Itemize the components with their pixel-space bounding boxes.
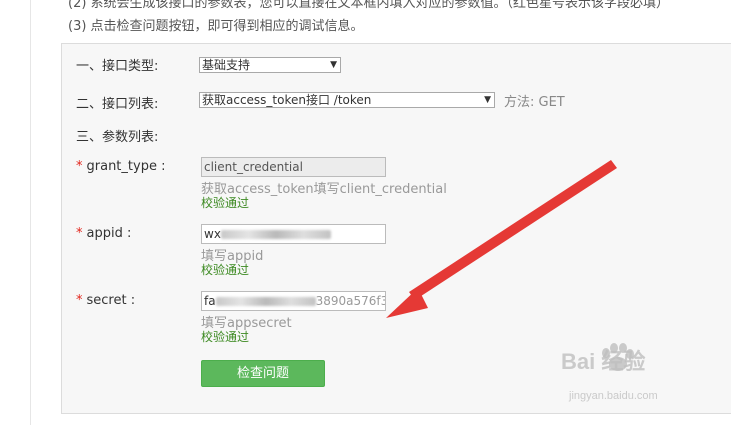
dropdown-arrow-icon: ▼ (484, 95, 491, 105)
params-heading: 三、参数列表: (76, 130, 159, 145)
required-star: * (76, 226, 83, 241)
secret-status: 校验通过 (201, 330, 250, 344)
grant-type-status: 校验通过 (201, 196, 250, 210)
appid-status: 校验通过 (201, 263, 250, 277)
secret-label: * secret : (76, 293, 136, 308)
method-label: 方法: GET (504, 95, 565, 110)
interface-type-label: 一、接口类型: (76, 59, 159, 74)
redacted-value (215, 297, 316, 306)
interface-list-label: 二、接口列表: (76, 97, 159, 112)
appid-label: * appid : (76, 226, 132, 241)
instruction-line-2: (2) 系统会生成该接口的参数表，您可以直接在文本框内填入对应的参数值。（红色星… (68, 0, 670, 11)
redacted-value (220, 230, 331, 239)
check-problem-button[interactable]: 检查问题 (201, 360, 325, 387)
required-star: * (76, 159, 83, 174)
secret-field[interactable]: fa3890a576f37f (201, 291, 386, 311)
instruction-line-3: (3) 点击检查问题按钮，即可得到相应的调试信息。 (68, 19, 364, 34)
left-divider (30, 0, 31, 425)
baidu-watermark: Bai 经验 (561, 349, 646, 374)
baidu-watermark-url: jingyan.baidu.com (569, 390, 658, 402)
dropdown-arrow-icon: ▼ (330, 60, 337, 70)
grant-type-label: * grant_type : (76, 159, 166, 174)
interface-type-value: 基础支持 (202, 58, 251, 72)
interface-list-value: 获取access_token接口 /token (202, 93, 372, 107)
interface-list-select[interactable]: 获取access_token接口 /token ▼ (199, 92, 495, 108)
interface-type-select[interactable]: 基础支持 ▼ (199, 57, 341, 73)
appid-field[interactable]: wx (201, 224, 386, 244)
grant-type-field[interactable]: client_credential (201, 157, 386, 177)
required-star: * (76, 293, 83, 308)
